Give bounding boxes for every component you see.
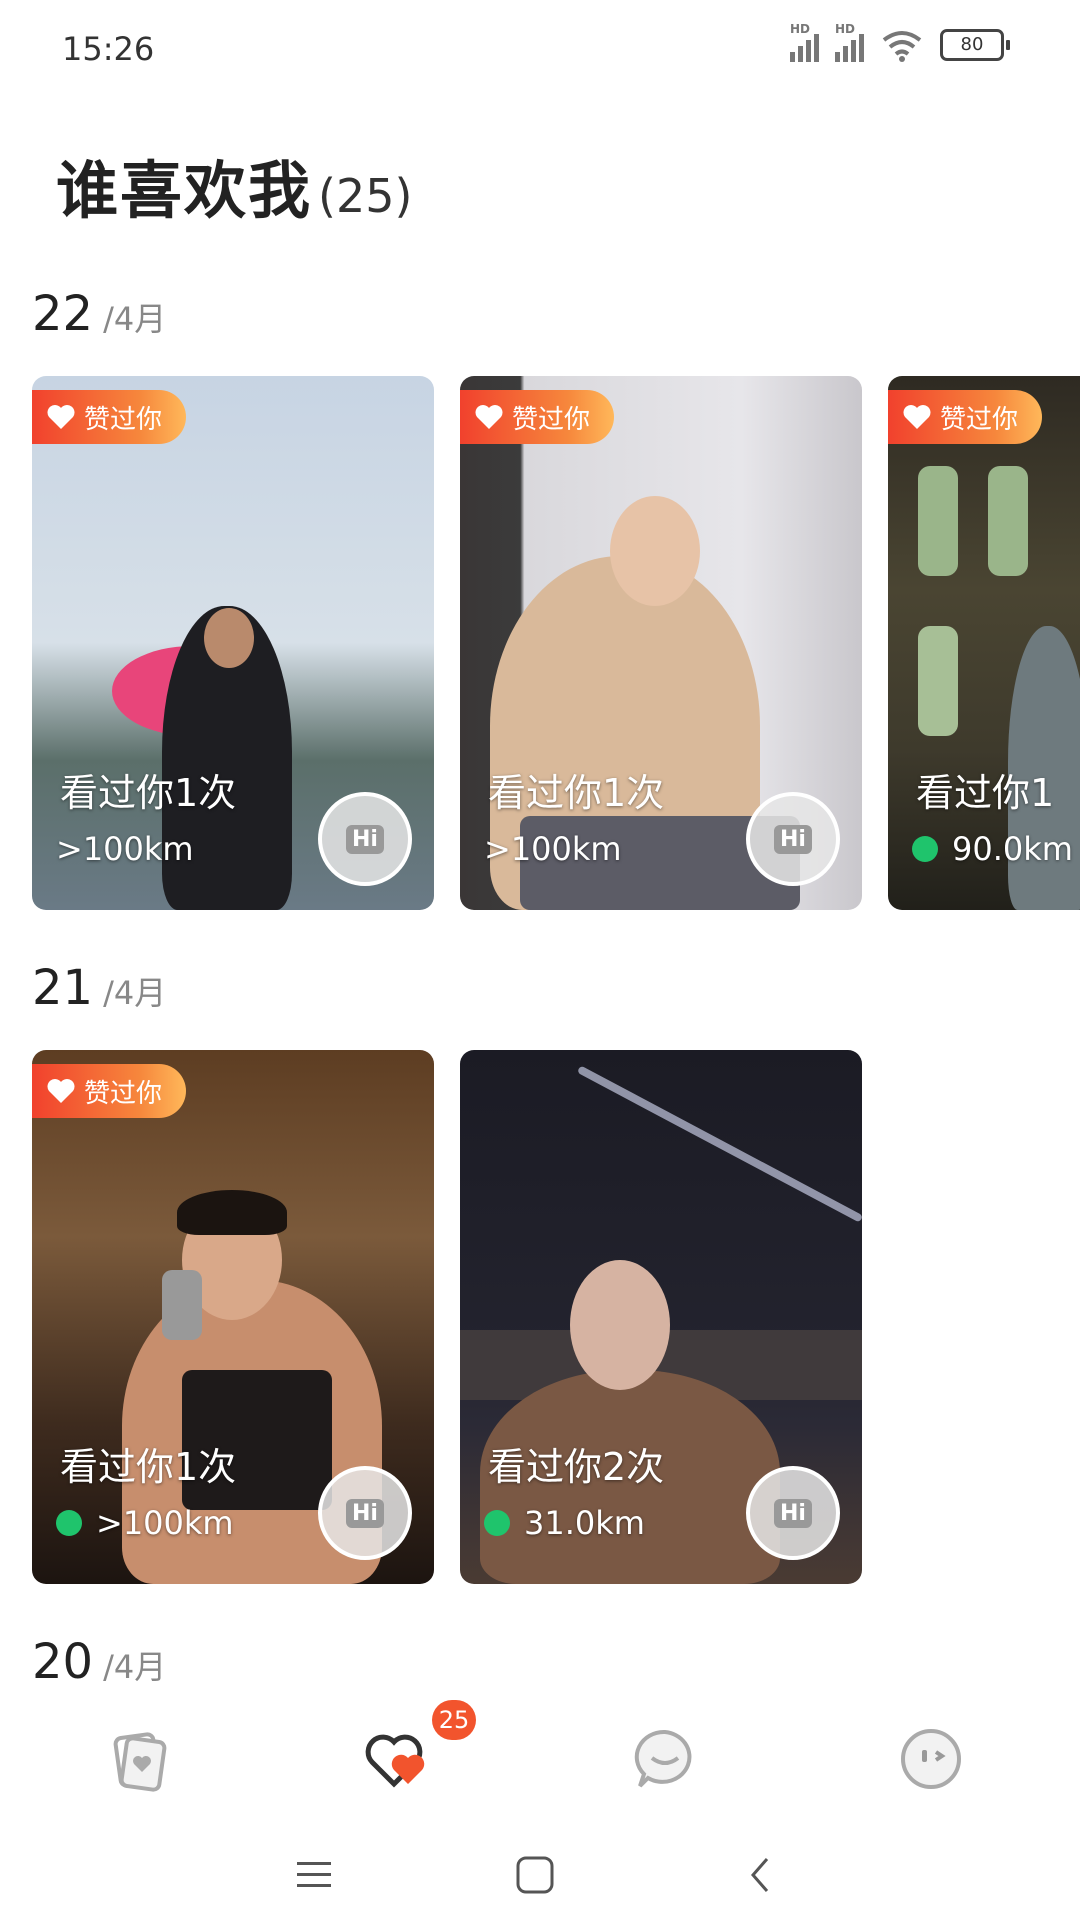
profile-card[interactable]: 赞过你 看过你1次 >100km Hi	[32, 376, 434, 910]
online-status-dot	[912, 836, 938, 862]
liked-you-badge: 赞过你	[32, 390, 187, 444]
profile-card[interactable]: 赞过你 看过你1次 >100km Hi	[460, 376, 862, 910]
distance: >100km	[56, 830, 194, 868]
date-month: /4月	[103, 300, 167, 338]
cards-icon	[113, 1732, 167, 1792]
menu-icon	[297, 1862, 331, 1887]
nav-messages[interactable]	[630, 1724, 700, 1794]
nav-profile[interactable]	[896, 1724, 966, 1794]
heart-icon	[475, 405, 503, 429]
view-count: 看过你1次	[488, 771, 665, 815]
nav-likes[interactable]	[364, 1724, 434, 1794]
signal-icon: HD	[835, 22, 864, 62]
face-icon	[901, 1729, 961, 1789]
battery-level: 80	[940, 29, 1004, 61]
nav-cards[interactable]	[102, 1724, 172, 1794]
heart-icon	[47, 1079, 75, 1103]
view-count: 看过你1次	[60, 771, 237, 815]
chat-bubble-icon	[634, 1729, 692, 1788]
likes-count: (25)	[318, 169, 413, 223]
home-icon	[516, 1856, 554, 1894]
distance: 31.0km	[484, 1504, 645, 1542]
date-header: 21 /4月	[32, 960, 166, 1016]
menu-button[interactable]	[290, 1850, 340, 1900]
liked-you-badge: 赞过你	[888, 390, 1043, 444]
page-title: 谁喜欢我 (25)	[56, 140, 412, 230]
page-title-text: 谁喜欢我	[56, 154, 313, 227]
say-hi-button[interactable]: Hi	[746, 792, 840, 886]
date-header: 22 /4月	[32, 286, 166, 342]
wifi-icon	[882, 31, 922, 62]
view-count: 看过你2次	[488, 1445, 665, 1489]
profile-card[interactable]: 赞过你 看过你1次 >100km Hi	[32, 1050, 434, 1584]
profile-card[interactable]: 看过你2次 31.0km Hi	[460, 1050, 862, 1584]
liked-you-badge: 赞过你	[32, 1064, 187, 1118]
date-day: 21	[32, 960, 94, 1016]
view-count: 看过你1	[916, 771, 1055, 815]
view-count: 看过你1次	[60, 1445, 237, 1489]
distance: >100km	[484, 830, 622, 868]
bottom-nav: 25	[0, 1700, 1080, 1820]
status-time: 15:26	[62, 30, 155, 68]
date-day: 22	[32, 286, 94, 342]
back-icon	[751, 1858, 769, 1892]
signal-icon: HD	[790, 22, 819, 62]
online-status-dot	[56, 1510, 82, 1536]
back-button[interactable]	[735, 1850, 785, 1900]
likes-heart-icon	[365, 1734, 425, 1788]
profile-card[interactable]: 赞过你 看过你1 90.0km	[888, 376, 1080, 910]
battery-icon: 80	[940, 29, 1010, 61]
date-month: /4月	[103, 974, 167, 1012]
heart-icon	[903, 405, 931, 429]
likes-count-badge: 25	[432, 1700, 476, 1740]
status-bar: 15:26 HD HD 80	[0, 0, 1080, 100]
status-icons: HD HD 80	[790, 22, 1010, 62]
date-month: /4月	[103, 1648, 167, 1686]
say-hi-button[interactable]: Hi	[318, 1466, 412, 1560]
heart-icon	[47, 405, 75, 429]
system-nav-bar	[0, 1820, 1080, 1920]
distance: >100km	[56, 1504, 234, 1542]
say-hi-button[interactable]: Hi	[318, 792, 412, 886]
date-header: 20 /4月	[32, 1634, 166, 1690]
online-status-dot	[484, 1510, 510, 1536]
date-day: 20	[32, 1634, 94, 1690]
say-hi-button[interactable]: Hi	[746, 1466, 840, 1560]
home-button[interactable]	[510, 1850, 560, 1900]
liked-you-badge: 赞过你	[460, 390, 615, 444]
distance: 90.0km	[912, 830, 1073, 868]
